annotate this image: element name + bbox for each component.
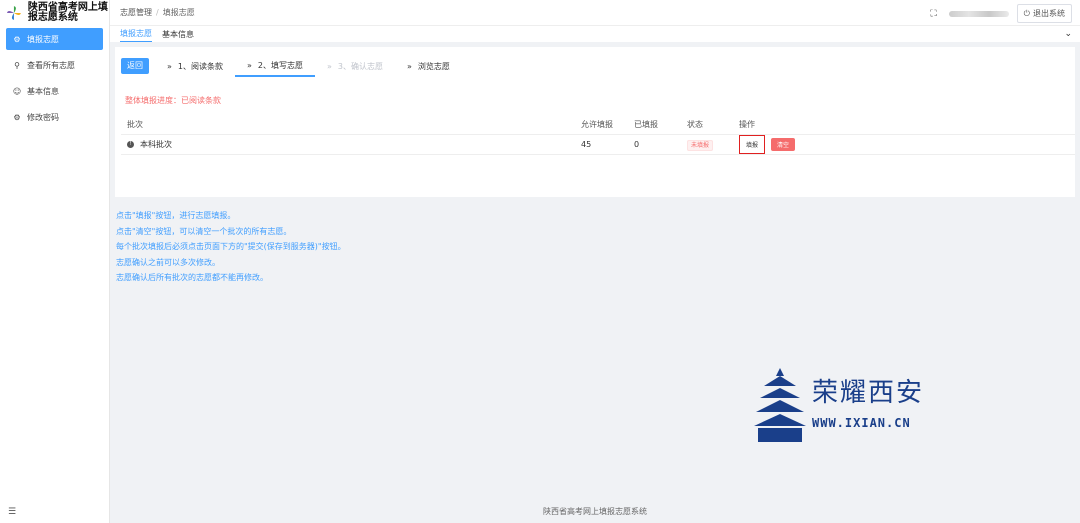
step-label: 浏览志愿	[417, 61, 450, 71]
step-confirm-volunteer: » 3、确认志愿	[315, 55, 395, 77]
col-header-actions: 操作	[739, 120, 755, 129]
info-icon: !	[127, 141, 134, 148]
instruction-line: 点击"清空"按钮，可以清空一个批次的所有志愿。	[116, 226, 292, 236]
user-name-blurred	[948, 10, 1009, 17]
gear-icon: ⚙	[13, 112, 21, 122]
sidebar-item-label: 查看所有志愿	[27, 60, 75, 70]
main-content: 返回 » 1、阅读条款 » 2、填写志愿 » 3、确认志愿 » 浏览志愿 整体填…	[110, 42, 1080, 523]
batch-table: 批次 允许填报 已填报 状态 操作 ! 本科批次 45 0 未填报 填报 清空	[121, 115, 1075, 155]
user-icon: ☺	[12, 86, 22, 96]
logo-icon	[6, 6, 21, 20]
tab-basic-info[interactable]: 基本信息	[162, 29, 194, 42]
search-icon: ⚲	[14, 60, 20, 70]
app-logo: 陕西省高考网上填报志愿系统	[0, 0, 109, 26]
logout-button[interactable]: ⏻ 退出系统	[1016, 4, 1072, 23]
sidebar-item-change-password[interactable]: ⚙ 修改密码	[6, 106, 103, 128]
instruction-line: 每个批次填报后必须点击页面下方的"提交(保存到服务器)"按钮。	[116, 242, 346, 251]
double-chevron-icon: »	[327, 61, 332, 71]
sidebar: 陕西省高考网上填报志愿系统 ⚙ 填报志愿 ⚲ 查看所有志愿 ☺ 基本信息 ⚙ 修…	[0, 0, 110, 523]
breadcrumb-current: 填报志愿	[162, 8, 195, 17]
tabs-bar: 填报志愿 基本信息 ⌄	[110, 26, 1080, 42]
back-button[interactable]: 返回	[121, 58, 149, 74]
watermark-en: WWW.IXIAN.CN	[812, 416, 911, 430]
header: 志愿管理 / 填报志愿 ⛶ ⏻ 退出系统	[110, 0, 1080, 26]
gear-icon: ⚙	[13, 34, 21, 44]
step-label: 2、填写志愿	[257, 60, 303, 70]
progress-text: 整体填报进度：已阅读条款	[125, 96, 221, 105]
step-browse-volunteer[interactable]: » 浏览志愿	[395, 55, 462, 77]
table-row: ! 本科批次 45 0 未填报 填报 清空	[121, 135, 1075, 155]
col-header-batch: 批次	[127, 120, 143, 129]
batch-name: 本科批次	[140, 140, 172, 149]
table-header: 批次 允许填报 已填报 状态 操作	[121, 115, 1075, 135]
watermark: 荣耀西安 WWW.IXIAN.CN	[752, 366, 952, 446]
sidebar-item-label: 填报志愿	[27, 34, 59, 44]
instruction-line: 志愿确认后所有批次的志愿都不能再修改。	[116, 273, 268, 282]
step-label: 1、阅读条款	[177, 61, 223, 71]
status-badge: 未填报	[687, 140, 714, 151]
breadcrumb: 志愿管理 / 填报志愿	[120, 8, 195, 17]
app-title: 陕西省高考网上填报志愿系统	[27, 2, 108, 23]
double-chevron-icon: »	[247, 60, 252, 70]
col-header-status: 状态	[687, 120, 703, 129]
instruction-line: 点击"填报"按钮，进行志愿填报。	[116, 211, 236, 220]
filled-count: 0	[634, 140, 640, 149]
instructions: 点击"填报"按钮，进行志愿填报。 点击"清空"按钮，可以清空一个批次的所有志愿。…	[116, 208, 346, 286]
double-chevron-icon: »	[407, 61, 412, 71]
allowed-count: 45	[581, 140, 592, 149]
tower-logo-icon	[754, 368, 806, 442]
chevron-down-icon[interactable]: ⌄	[1064, 29, 1072, 39]
logout-label: 退出系统	[1033, 9, 1065, 18]
tab-fill-volunteer[interactable]: 填报志愿	[120, 28, 152, 42]
sidebar-item-label: 修改密码	[27, 112, 59, 122]
col-header-filled: 已填报	[634, 120, 658, 129]
sidebar-item-basic-info[interactable]: ☺ 基本信息	[6, 80, 103, 102]
indent-icon[interactable]: ☰	[8, 507, 16, 517]
sidebar-item-view-all[interactable]: ⚲ 查看所有志愿	[6, 54, 103, 76]
watermark-cn: 荣耀西安	[812, 378, 925, 408]
sidebar-item-label: 基本信息	[27, 86, 59, 96]
step-read-terms[interactable]: » 1、阅读条款	[155, 55, 235, 77]
power-icon: ⏻	[1023, 8, 1030, 18]
sidebar-item-fill-volunteer[interactable]: ⚙ 填报志愿	[6, 28, 103, 50]
double-chevron-icon: »	[167, 61, 172, 71]
step-label: 3、确认志愿	[337, 61, 383, 71]
fullscreen-icon[interactable]: ⛶	[930, 9, 936, 19]
col-header-allowed: 允许填报	[581, 120, 613, 129]
footer: 陕西省高考网上填报志愿系统	[543, 507, 647, 516]
fill-button[interactable]: 填报	[739, 135, 766, 154]
breadcrumb-item[interactable]: 志愿管理	[120, 8, 152, 17]
step-fill-volunteer[interactable]: » 2、填写志愿	[235, 55, 315, 77]
clear-button[interactable]: 清空	[771, 138, 796, 151]
instruction-line: 志愿确认之前可以多次修改。	[116, 257, 220, 267]
volunteer-card: 返回 » 1、阅读条款 » 2、填写志愿 » 3、确认志愿 » 浏览志愿 整体填…	[115, 47, 1075, 197]
steps-bar: 返回 » 1、阅读条款 » 2、填写志愿 » 3、确认志愿 » 浏览志愿	[121, 55, 462, 77]
